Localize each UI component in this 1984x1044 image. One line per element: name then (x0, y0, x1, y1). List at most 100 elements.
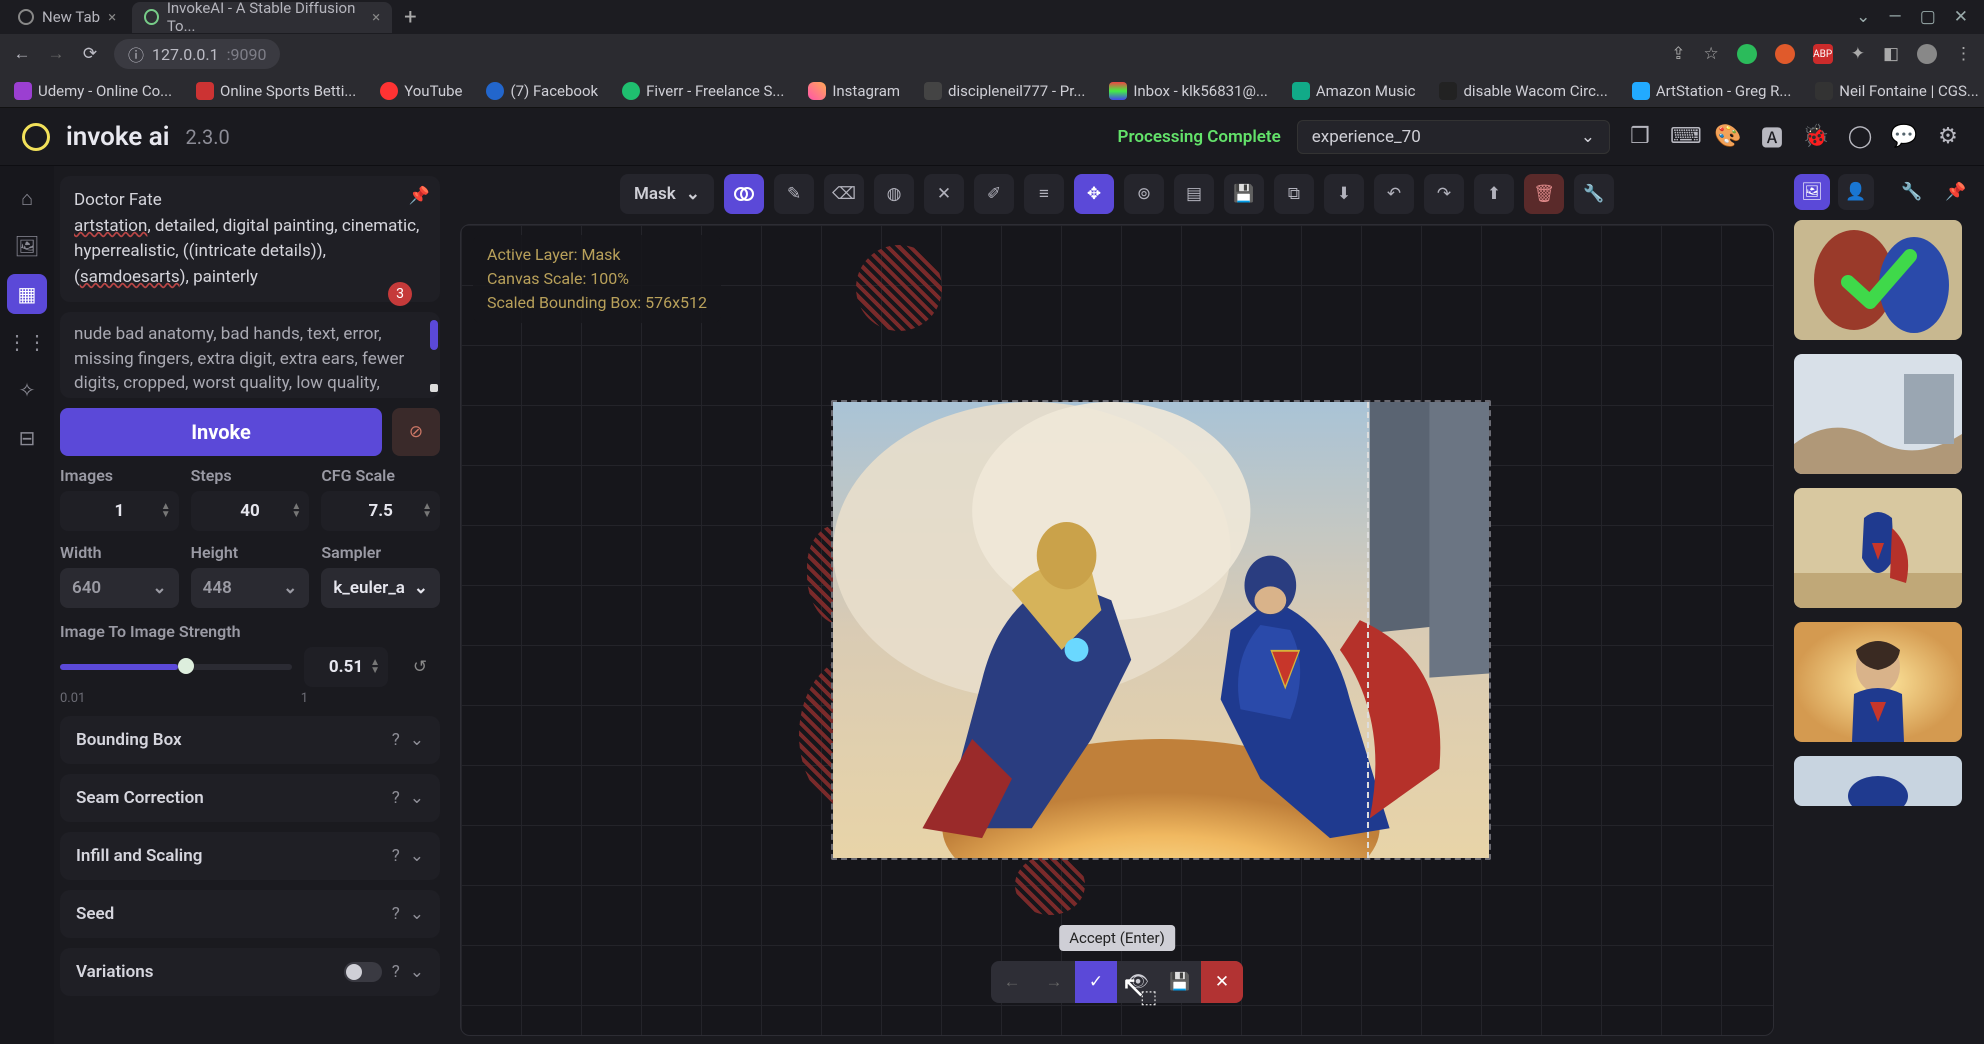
cfg-input[interactable]: 7.5▲▼ (321, 491, 440, 531)
bookmark-item[interactable]: (7) Facebook (486, 82, 598, 100)
gallery-thumb[interactable] (1794, 756, 1962, 806)
slider-thumb[interactable] (178, 658, 194, 674)
rail-unified-canvas[interactable]: ▦ (7, 274, 47, 314)
adblock-icon[interactable]: ABP (1813, 44, 1833, 64)
bookmark-item[interactable]: Inbox - klk56831@... (1109, 82, 1268, 100)
staging-accept[interactable]: ✓ (1075, 961, 1117, 1003)
bookmark-item[interactable]: Fiverr - Freelance S... (622, 82, 784, 100)
accordion-infill-scaling[interactable]: Infill and Scaling?⌄ (60, 832, 440, 880)
reset-view[interactable]: ⊚ (1124, 174, 1164, 214)
bookmark-item[interactable]: Amazon Music (1292, 82, 1416, 100)
palette-icon[interactable]: 🎨 (1714, 124, 1742, 149)
minimize-icon[interactable]: — (1888, 7, 1901, 27)
staging-discard[interactable]: ✕ (1201, 961, 1243, 1003)
extension-icon[interactable] (1775, 44, 1795, 64)
brush-tool[interactable]: ✎ (774, 174, 814, 214)
rail-nodes[interactable]: ⋮⋮ (7, 322, 47, 362)
upload-button[interactable]: ⬆ (1474, 174, 1514, 214)
gallery-thumb[interactable] (1794, 220, 1962, 340)
mask-toggle-button[interactable] (724, 174, 764, 214)
close-window-icon[interactable]: ✕ (1954, 7, 1968, 27)
gallery-thumb[interactable] (1794, 622, 1962, 742)
bookmark-item[interactable]: YouTube (380, 82, 462, 100)
eraser-tool[interactable]: ⌫ (824, 174, 864, 214)
discord-icon[interactable]: 💬 (1890, 124, 1918, 149)
extension-icon[interactable] (1737, 44, 1757, 64)
spinner-icon[interactable]: ▲▼ (291, 503, 301, 519)
accordion-variations[interactable]: Variations?⌄ (60, 948, 440, 996)
accordion-bounding-box[interactable]: Bounding Box?⌄ (60, 716, 440, 764)
download-canvas[interactable]: ⬇ (1324, 174, 1364, 214)
kebab-menu-icon[interactable]: ⋮ (1955, 44, 1972, 64)
reset-icon[interactable]: ↺ (400, 647, 440, 687)
pin-icon[interactable]: 📌 (409, 184, 430, 210)
sampler-select[interactable]: k_euler_a⌄ (321, 568, 440, 608)
accordion-seed[interactable]: Seed?⌄ (60, 890, 440, 938)
gallery-results-tab[interactable]: 🖼 (1794, 174, 1830, 210)
redo-button[interactable]: ↷ (1424, 174, 1464, 214)
browser-tab-newtab[interactable]: New Tab × (6, 2, 128, 33)
variations-toggle[interactable] (344, 962, 382, 982)
address-bar[interactable]: ⓘ 127.0.0.1:9090 (114, 39, 280, 69)
merge-layers[interactable]: ▤ (1174, 174, 1214, 214)
bookmark-star-icon[interactable]: ☆ (1703, 44, 1718, 64)
sidepanel-icon[interactable]: ◧ (1883, 44, 1899, 64)
layer-select[interactable]: Mask⌄ (620, 174, 714, 214)
i2i-strength-value[interactable]: 0.51▲▼ (304, 647, 388, 687)
save-canvas[interactable]: 💾 (1224, 174, 1264, 214)
gallery-settings-icon[interactable]: 🔧 (1894, 174, 1930, 210)
bookmark-item[interactable]: Neil Fontaine | CGS... (1815, 82, 1978, 100)
share-icon[interactable]: ⇪ (1671, 44, 1685, 64)
spinner-icon[interactable]: ▲▼ (161, 503, 171, 519)
i2i-strength-slider[interactable] (60, 664, 292, 670)
close-icon[interactable]: × (372, 8, 380, 26)
new-tab-button[interactable]: + (396, 5, 424, 30)
unified-canvas[interactable]: Active Layer: Mask Canvas Scale: 100% Sc… (460, 224, 1774, 1036)
invoke-button[interactable]: Invoke (60, 408, 382, 456)
bookmark-item[interactable]: discipleneil777 - Pr... (924, 82, 1085, 100)
profile-avatar-icon[interactable] (1917, 44, 1937, 64)
images-input[interactable]: 1▲▼ (60, 491, 179, 531)
menu-icon[interactable]: ≡ (1024, 174, 1064, 214)
resize-handle[interactable] (430, 384, 438, 392)
cube-icon[interactable]: ❒ (1626, 124, 1654, 149)
back-icon[interactable]: ← (12, 44, 32, 64)
extensions-menu-icon[interactable]: ✦ (1851, 44, 1865, 64)
spinner-icon[interactable]: ▲▼ (422, 503, 432, 519)
bookmark-item[interactable]: Online Sports Betti... (196, 82, 356, 100)
copy-canvas[interactable]: ⧉ (1274, 174, 1314, 214)
delete-button[interactable]: 🗑 (1524, 174, 1564, 214)
settings-gear-icon[interactable]: ⚙ (1934, 124, 1962, 149)
steps-input[interactable]: 40▲▼ (191, 491, 310, 531)
height-select[interactable]: 448⌄ (191, 568, 310, 608)
accordion-seam-correction[interactable]: Seam Correction?⌄ (60, 774, 440, 822)
negative-prompt[interactable]: nude bad anatomy, bad hands, text, error… (60, 312, 440, 398)
model-select[interactable]: experience_70 ⌄ (1297, 120, 1610, 154)
rail-txt2img[interactable]: ⌂ (7, 178, 47, 218)
positive-prompt[interactable]: 📌 Doctor Fate artstation, detailed, digi… (60, 176, 440, 302)
gallery-uploads-tab[interactable]: 👤 (1838, 174, 1874, 210)
bookmark-item[interactable]: disable Wacom Circ... (1439, 82, 1607, 100)
chevron-down-icon[interactable]: ⌄ (1856, 7, 1870, 27)
keyboard-icon[interactable]: ⌨ (1670, 124, 1698, 149)
width-select[interactable]: 640⌄ (60, 568, 179, 608)
staging-toggle-visibility[interactable]: 👁 (1117, 961, 1159, 1003)
staging-next[interactable]: → (1033, 961, 1075, 1003)
language-icon[interactable]: 🅰 (1758, 121, 1786, 153)
staging-prev[interactable]: ← (991, 961, 1033, 1003)
maximize-icon[interactable]: ▢ (1920, 7, 1936, 27)
help-icon[interactable]: ? (392, 788, 400, 808)
close-icon[interactable]: × (108, 8, 116, 26)
gallery-pin-icon[interactable]: 📌 (1938, 174, 1974, 210)
fill-tool[interactable]: ◍ (874, 174, 914, 214)
move-tool[interactable]: ✥ (1074, 174, 1114, 214)
spinner-icon[interactable]: ▲▼ (370, 659, 380, 675)
bookmark-item[interactable]: ArtStation - Greg R... (1632, 82, 1791, 100)
github-icon[interactable]: ◯ (1846, 124, 1874, 149)
help-icon[interactable]: ? (392, 846, 400, 866)
gallery-thumb[interactable] (1794, 488, 1962, 608)
clear-mask[interactable]: ✕ (924, 174, 964, 214)
rail-img2img[interactable]: 🖼 (7, 226, 47, 266)
staging-save[interactable]: 💾 (1159, 961, 1201, 1003)
gallery-thumb[interactable] (1794, 354, 1962, 474)
